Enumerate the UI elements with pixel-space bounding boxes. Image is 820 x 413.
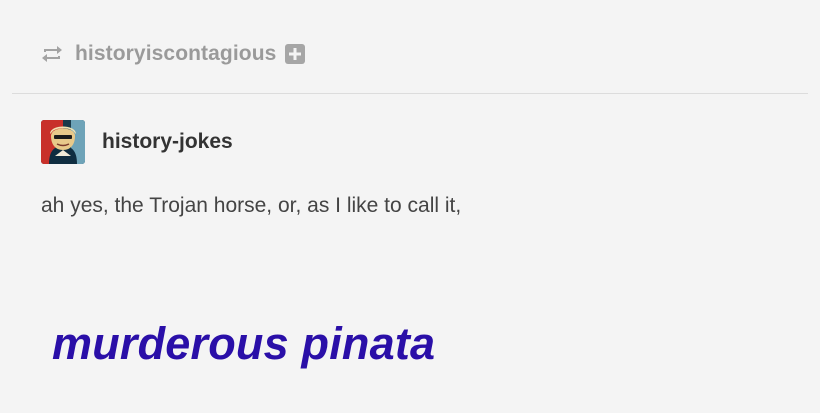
reblog-source-username[interactable]: historyiscontagious	[75, 42, 276, 66]
reblog-post: historyiscontagious history-jokes ah yes…	[0, 0, 820, 413]
post-author: history-jokes	[41, 120, 233, 164]
avatar[interactable]	[41, 120, 85, 164]
plus-box-icon[interactable]	[285, 44, 306, 64]
header-divider	[12, 93, 808, 94]
author-username[interactable]: history-jokes	[102, 130, 233, 154]
post-punchline: murderous pinata	[52, 318, 436, 369]
post-text: ah yes, the Trojan horse, or, as I like …	[41, 194, 462, 217]
reblog-header: historyiscontagious	[40, 40, 306, 68]
reblog-icon[interactable]	[40, 42, 64, 66]
